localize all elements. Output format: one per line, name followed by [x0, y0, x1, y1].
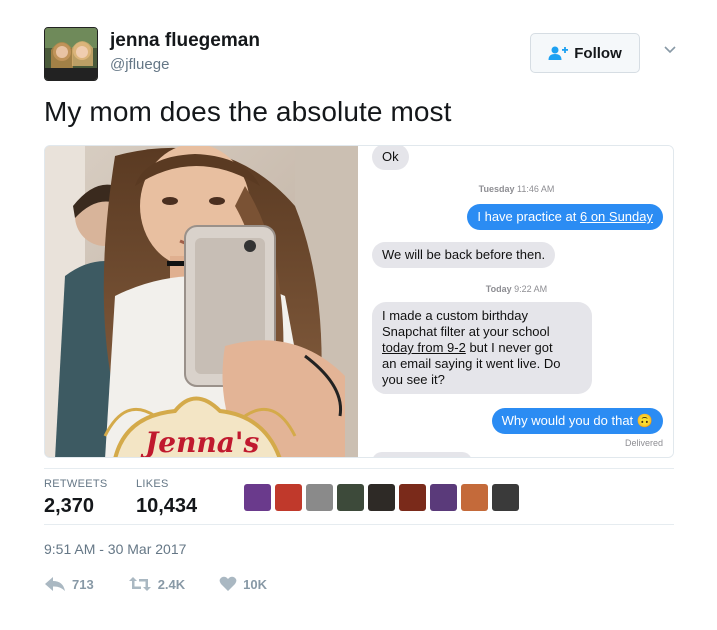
message-bubble-partial [372, 452, 472, 457]
liker-avatar[interactable] [275, 484, 302, 511]
liker-avatar[interactable] [430, 484, 457, 511]
heart-icon [219, 576, 237, 591]
retweet-action[interactable]: 2.4K [128, 576, 185, 592]
message-bubble: Ok [372, 146, 409, 170]
message-bubble: We will be back before then. [372, 242, 556, 268]
imessage-conversation: Ok Tuesday 11:46 AM I have practice at 6… [358, 146, 673, 457]
divider [44, 524, 674, 525]
liker-avatar[interactable] [306, 484, 333, 511]
follow-button[interactable]: Follow [530, 33, 640, 73]
add-user-icon [548, 46, 569, 60]
user-handle[interactable]: @jfluege [110, 56, 169, 73]
likes-count[interactable]: 10,434 [136, 495, 197, 518]
retweets-label[interactable]: RETWEETS [44, 478, 108, 490]
message-bubble: Why would you do that 🙃 [491, 408, 663, 434]
tweet-text: My mom does the absolute most [44, 96, 452, 127]
reply-count: 713 [72, 576, 94, 592]
retweets-count[interactable]: 2,370 [44, 495, 94, 518]
avatar[interactable] [44, 27, 98, 81]
tweet-actions: 713 2.4K 10K [44, 576, 301, 592]
message-bubble: I have practice at 6 on Sunday [467, 204, 663, 230]
delivered-label: Delivered [624, 438, 663, 448]
display-name[interactable]: jenna fluegeman [110, 30, 260, 52]
message-timestamp: Today 9:22 AM [485, 284, 548, 294]
liker-avatar[interactable] [337, 484, 364, 511]
like-count: 10K [243, 576, 268, 592]
like-action[interactable]: 10K [219, 576, 267, 592]
liker-avatar[interactable] [368, 484, 395, 511]
message-timestamp: Tuesday 11:46 AM [478, 184, 555, 194]
selfie-photo: Jenna's [45, 146, 358, 458]
follow-button-label: Follow [574, 44, 622, 62]
tweet-media[interactable]: Jenna's Ok Tuesday 11:46 AM I have pract… [44, 145, 674, 458]
retweet-count: 2.4K [157, 576, 186, 592]
liker-avatars [244, 484, 519, 511]
liker-avatar[interactable] [399, 484, 426, 511]
tweet-timestamp[interactable]: 9:51 AM - 30 Mar 2017 [44, 541, 186, 557]
chevron-down-icon[interactable] [662, 42, 678, 58]
liker-avatar[interactable] [461, 484, 488, 511]
divider [44, 468, 674, 469]
filter-caption: Jenna's [145, 426, 260, 458]
message-bubble: I made a custom birthday Snapchat filter… [372, 302, 592, 394]
likes-label[interactable]: LIKES [136, 478, 169, 490]
retweet-icon [128, 577, 151, 591]
liker-avatar[interactable] [492, 484, 519, 511]
liker-avatar[interactable] [244, 484, 271, 511]
reply-action[interactable]: 713 [44, 576, 94, 592]
reply-icon [45, 577, 65, 591]
